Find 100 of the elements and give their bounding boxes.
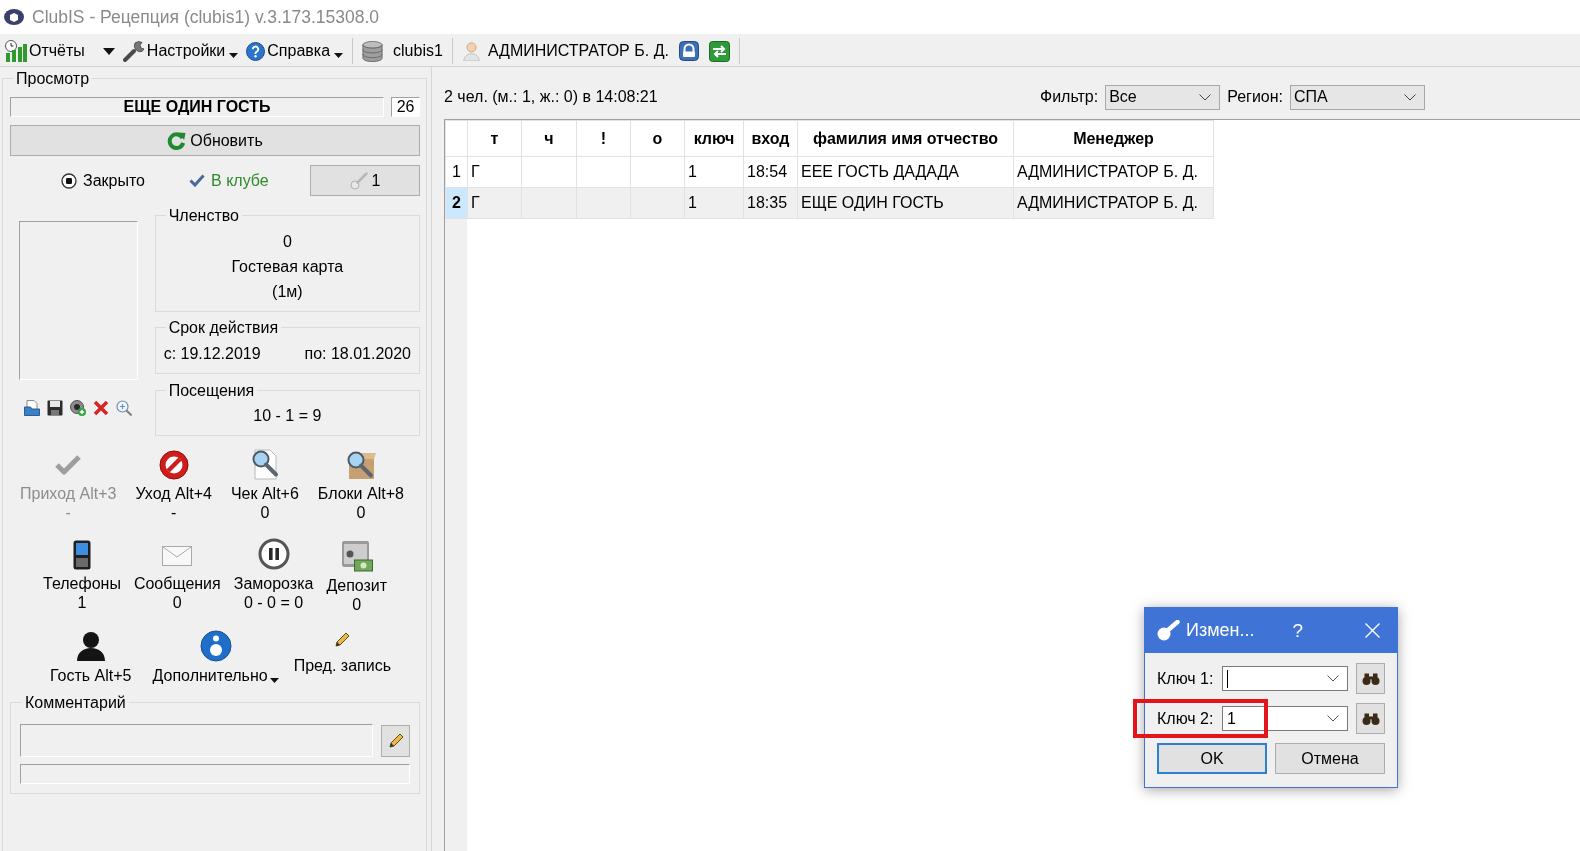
number-field: 26 [391,97,420,117]
search-button[interactable] [1356,703,1385,734]
closed-radio[interactable]: Закрыто [61,171,145,190]
region-dropdown[interactable]: СПА [1290,84,1425,110]
envelope-icon [162,546,193,566]
table-cell: ЕЕЕ ГОСТЬ ДАДАДА [797,156,1014,188]
group-title: Просмотр [15,69,91,88]
reports-menu[interactable]: Отчёты [5,37,85,65]
chevron-icon [1199,93,1212,101]
checkmark-icon [54,454,83,476]
pause-icon [257,538,290,570]
refresh-button[interactable]: Обновить [10,125,420,156]
input-field[interactable] [20,764,410,784]
action-button[interactable]: Гость Alt+5 [50,630,132,685]
table-cell: Г [467,187,522,219]
membership-text: (1м) [271,282,304,302]
caret-icon [102,47,115,55]
close-icon [1365,623,1380,638]
help-menu[interactable]: Справка [246,37,344,65]
cancel-button[interactable]: Отмена [1275,743,1385,774]
table-cell: 18:54 [743,156,798,188]
visitor-summary: 2 чел. (м.: 1, ж.: 0) в 14:08:21 [444,88,658,106]
user-button[interactable]: АДМИНИСТРАТОР Б. Д. [461,37,669,65]
key-icon [1157,620,1180,641]
folder-icon[interactable] [24,400,40,416]
action-button[interactable]: Депозит 0 [326,538,388,614]
database-button[interactable]: clubis1 [362,37,443,65]
row-header[interactable]: 1 [445,156,468,188]
key-dropdown[interactable] [1222,666,1348,691]
chevron-icon [1404,93,1416,101]
caret-icon [334,52,344,58]
action-button[interactable]: Уход Alt+4 - [135,448,212,522]
action-button[interactable]: Блоки Alt+8 0 [317,448,404,522]
membership-text: 0 [281,232,293,252]
column-header[interactable]: ! [576,120,631,157]
action-button[interactable]: Телефоны 1 [43,538,121,612]
column-header[interactable]: вход [743,120,798,157]
column-header[interactable]: ключ [684,120,744,157]
start-date: с: 19.12.2019 [163,344,261,364]
filter-dropdown[interactable]: Все [1105,84,1221,110]
zoom-icon[interactable] [116,400,132,416]
info-icon [199,630,232,662]
membership-text: Гостевая карта [230,257,345,277]
wrench-icon [122,40,145,62]
column-header[interactable]: Менеджер [1013,120,1214,157]
chevron-icon [1327,715,1339,722]
table-cell: 18:35 [743,187,798,219]
settings-menu[interactable]: Настройки [122,37,239,65]
pencil-icon [387,732,404,749]
group-title: Комментарий [24,693,127,712]
dialog-title: Измен... [1186,620,1255,641]
edit-button[interactable] [381,724,410,757]
table-cell: Г [467,156,522,188]
group-title: Членство [167,206,240,225]
caret-icon [229,52,239,58]
help-button[interactable]: ? [1288,619,1307,642]
column-header[interactable]: ч [521,120,577,157]
visits-count: 10 - 1 = 9 [252,406,323,426]
delete-icon[interactable] [93,400,109,416]
row-header[interactable]: 2 [445,187,468,219]
key-dropdown[interactable]: 1 [1222,706,1348,731]
database-icon [362,40,384,62]
ok-button[interactable]: OK [1157,743,1267,774]
key-button[interactable]: 1 [310,165,420,196]
window-title: ClubIS - Рецепция (clubis1) v.3.173.15308.0 [32,6,380,28]
camera-add-icon[interactable] [70,400,86,416]
box-magnifier-icon [345,450,377,480]
action-button[interactable]: Пред. запись [293,630,391,675]
action-button[interactable]: Заморозка 0 - 0 = 0 [233,538,314,612]
table-cell: 1 [684,187,744,219]
guest-name-field: ЕЩЕ ОДИН ГОСТЬ [10,97,385,117]
column-header[interactable]: т [467,120,522,157]
table-cell: 1 [684,156,744,188]
action-button[interactable]: Сообщения 0 [133,538,221,612]
action-button[interactable]: Чек Alt+6 0 [230,448,299,522]
help-icon [246,41,266,61]
comment-field[interactable] [20,724,374,757]
arrows-icon [708,40,730,62]
chevron-icon [1327,675,1339,682]
close-button[interactable] [1365,623,1380,638]
safe-icon [340,540,373,572]
table-cell: ЕЩЕ ОДИН ГОСТЬ [797,187,1014,219]
end-date: по: 18.01.2020 [304,344,411,364]
in-club-label: В клубе [211,171,269,190]
person-icon [74,630,107,662]
prohibition-icon [158,450,189,480]
save-icon[interactable] [47,400,63,416]
search-button[interactable] [1356,663,1385,694]
filter-label: Фильтр: [1039,88,1099,106]
refresh-icon [167,131,187,150]
table-cell: АДМИНИСТРАТОР Б. Д. [1013,187,1214,219]
app-logo-icon [4,9,24,25]
pencil-icon [334,632,351,648]
group-title: Посещения [167,381,256,400]
mobile-phone-icon [72,540,91,570]
column-header[interactable]: о [630,120,685,157]
action-button[interactable]: Дополнительно [152,630,279,685]
column-header[interactable]: фамилия имя отчество [797,120,1014,157]
binoculars-icon [1361,672,1380,685]
field-label: Ключ 2: [1157,709,1215,728]
